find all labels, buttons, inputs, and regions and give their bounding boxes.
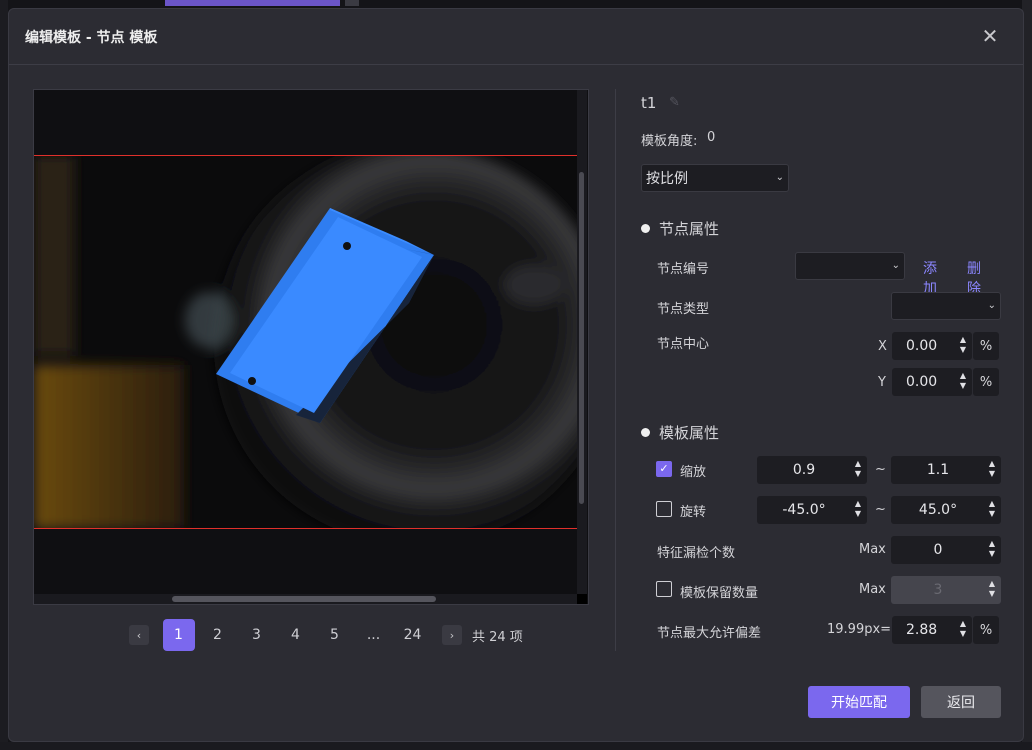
dialog-header: 编辑模板 - 节点 模板 ✕ <box>9 9 1023 65</box>
missing-max-label: Max <box>859 542 886 557</box>
angle-label: 模板角度: <box>641 134 698 149</box>
scale-mode-select[interactable]: 按比例 ⌄ <box>641 164 789 192</box>
deviation-px: 19.99px= <box>827 622 892 637</box>
pagination: ‹ 1 2 3 4 5 ... 24 › 共 24 项 <box>119 619 523 651</box>
rotate-label: 旋转 <box>680 505 707 520</box>
keep-count-label: 模板保留数量 <box>680 586 759 601</box>
pencil-icon[interactable]: ✎ <box>669 95 680 110</box>
node-type-select[interactable]: ⌄ <box>891 292 1001 320</box>
node-type-label: 节点类型 <box>657 302 710 317</box>
horizontal-scroll-thumb[interactable] <box>172 596 436 602</box>
page-24[interactable]: 24 <box>397 619 429 651</box>
scale-min-value: 0.9 <box>792 462 816 478</box>
stepper-arrows-icon[interactable]: ▲ ▼ <box>960 336 966 356</box>
tilde: ~ <box>875 462 886 477</box>
scale-max-value: 1.1 <box>926 462 950 478</box>
stepper-arrows-icon[interactable]: ▲ ▼ <box>960 620 966 640</box>
scroll-corner <box>577 594 587 604</box>
angle-value: 0 <box>707 130 716 145</box>
center-y-value: 0.00 <box>906 374 938 390</box>
scale-mode-value: 按比例 <box>646 171 688 187</box>
rotate-max-value: 45.0° <box>918 502 958 518</box>
image-viewer[interactable] <box>33 89 589 605</box>
section-bullet <box>641 428 650 437</box>
page-ellipsis[interactable]: ... <box>358 619 390 651</box>
page-1[interactable]: 1 <box>162 619 195 651</box>
back-button[interactable]: 返回 <box>921 686 1001 718</box>
close-icon[interactable]: ✕ <box>979 25 1001 47</box>
template-props-title: 模板属性 <box>659 424 720 442</box>
tilde: ~ <box>875 502 886 517</box>
keep-max-label: Max <box>859 582 886 597</box>
chevron-right-icon[interactable]: › <box>442 625 462 645</box>
center-y-unit: % <box>973 368 999 396</box>
vertical-scrollbar[interactable] <box>577 90 587 596</box>
stepper-arrows-icon: ▲ ▼ <box>988 579 995 598</box>
page-3[interactable]: 3 <box>241 619 273 651</box>
background-tab-2 <box>345 0 359 6</box>
stepper-arrows-icon[interactable]: ▲ ▼ <box>989 500 995 520</box>
section-bullet <box>641 224 650 233</box>
missing-features-value: 0 <box>933 542 943 558</box>
panel-divider <box>615 89 616 651</box>
page-2[interactable]: 2 <box>202 619 234 651</box>
dialog-title: 编辑模板 - 节点 模板 <box>25 29 158 46</box>
page-total: 共 24 项 <box>472 629 523 645</box>
max-deviation-label: 节点最大允许偏差 <box>657 626 762 641</box>
max-deviation-input[interactable]: 2.88 ▲ ▼ <box>892 616 972 644</box>
center-x-input[interactable]: 0.00 ▲ ▼ <box>892 332 972 360</box>
keep-count-value: 3 <box>933 582 943 598</box>
scale-max-input[interactable]: 1.1 ▲ ▼ <box>891 456 1001 484</box>
node-center-label: 节点中心 <box>657 337 710 352</box>
max-deviation-value: 2.88 <box>906 622 938 638</box>
center-x-unit: % <box>973 332 999 360</box>
edit-template-dialog: 编辑模板 - 节点 模板 ✕ ‹ 1 2 3 4 5 ... 24 › 共 24… <box>8 8 1024 742</box>
rotate-min-value: -45.0° <box>782 502 826 518</box>
keep-count-checkbox[interactable] <box>656 581 672 597</box>
node-props-title: 节点属性 <box>659 220 720 238</box>
deviation-unit: % <box>973 616 999 644</box>
stepper-arrows-icon[interactable]: ▲ ▼ <box>960 372 966 392</box>
stepper-arrows-icon[interactable]: ▲ ▼ <box>989 540 995 560</box>
missing-features-label: 特征漏检个数 <box>657 546 736 561</box>
page-5[interactable]: 5 <box>319 619 351 651</box>
scale-min-input[interactable]: 0.9 ▲ ▼ <box>757 456 867 484</box>
background-left <box>0 0 8 750</box>
template-image <box>34 155 579 529</box>
missing-features-input[interactable]: 0 ▲ ▼ <box>891 536 1001 564</box>
scale-checkbox[interactable]: ✓ <box>656 461 672 477</box>
y-label: Y <box>878 375 886 390</box>
rotate-checkbox[interactable] <box>656 501 672 517</box>
template-name: t1 <box>641 94 657 112</box>
stepper-arrows-icon[interactable]: ▲ ▼ <box>989 460 995 480</box>
scale-label: 缩放 <box>680 465 707 480</box>
node-id-label: 节点编号 <box>657 262 710 277</box>
node-id-select[interactable]: ⌄ <box>795 252 905 280</box>
stepper-arrows-icon[interactable]: ▲ ▼ <box>855 460 861 480</box>
chevron-left-icon[interactable]: ‹ <box>129 625 149 645</box>
chevron-down-icon: ⌄ <box>987 300 996 311</box>
chevron-down-icon: ⌄ <box>775 172 784 183</box>
stepper-arrows-icon[interactable]: ▲ ▼ <box>855 500 861 520</box>
page-4[interactable]: 4 <box>280 619 312 651</box>
background-bottom <box>0 742 1032 750</box>
chevron-down-icon: ⌄ <box>891 260 900 271</box>
x-label: X <box>878 339 887 354</box>
center-x-value: 0.00 <box>906 338 938 354</box>
start-match-button[interactable]: 开始匹配 <box>808 686 910 718</box>
vertical-scroll-thumb[interactable] <box>579 172 584 504</box>
horizontal-scrollbar[interactable] <box>34 594 579 604</box>
rotate-min-input[interactable]: -45.0° ▲ ▼ <box>757 496 867 524</box>
keep-count-input: 3 ▲ ▼ <box>891 576 1001 604</box>
center-y-input[interactable]: 0.00 ▲ ▼ <box>892 368 972 396</box>
background-tab <box>165 0 340 6</box>
rotate-max-input[interactable]: 45.0° ▲ ▼ <box>891 496 1001 524</box>
